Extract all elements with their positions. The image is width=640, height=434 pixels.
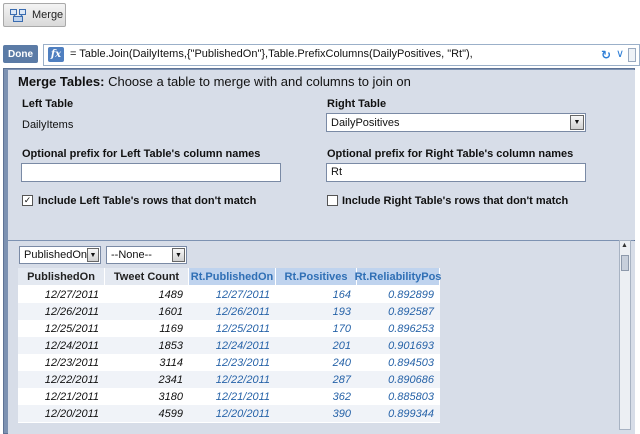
table-cell: 12/23/2011 bbox=[44, 356, 99, 369]
panel-title: Merge Tables: Choose a table to merge wi… bbox=[18, 74, 411, 89]
table-cell: 390 bbox=[332, 407, 351, 420]
table-row: 12/26/2011 1601 12/26/2011 193 0.892587 bbox=[18, 303, 440, 320]
table-cell: 12/21/2011 bbox=[215, 390, 270, 403]
join-column-select-value: PublishedOn bbox=[24, 249, 87, 261]
right-prefix-label: Optional prefix for Right Table's column… bbox=[327, 148, 574, 160]
join-column-select[interactable]: PublishedOn ▼ bbox=[19, 246, 101, 264]
right-include-label: Include Right Table's rows that don't ma… bbox=[342, 195, 569, 207]
table-cell: 1489 bbox=[158, 288, 183, 301]
column-header[interactable]: PublishedOn bbox=[18, 268, 105, 285]
table-cell: 12/26/2011 bbox=[215, 305, 270, 318]
table-cell: 12/24/2011 bbox=[215, 339, 270, 352]
table-cell: 287 bbox=[332, 373, 351, 386]
table-cell: 12/22/2011 bbox=[44, 373, 99, 386]
table-cell: 201 bbox=[332, 339, 351, 352]
right-prefix-input[interactable]: Rt bbox=[326, 163, 586, 182]
right-table-select-value: DailyPositives bbox=[331, 116, 400, 129]
formula-text[interactable]: = Table.Join(DailyItems,{"PublishedOn"},… bbox=[70, 48, 473, 60]
merge-button[interactable]: Merge bbox=[3, 3, 66, 27]
left-include-label: Include Left Table's rows that don't mat… bbox=[38, 195, 257, 207]
table-cell: 12/20/2011 bbox=[215, 407, 270, 420]
table-cell: 1169 bbox=[159, 322, 183, 335]
table-cell: 4599 bbox=[158, 407, 183, 420]
table-cell: 12/25/2011 bbox=[44, 322, 99, 335]
left-table-value: DailyItems bbox=[22, 119, 74, 131]
right-include-checkbox[interactable] bbox=[327, 195, 338, 206]
table-cell: 12/25/2011 bbox=[215, 322, 270, 335]
table-cell: 12/24/2011 bbox=[44, 339, 99, 352]
panel-title-rest: Choose a table to merge with and columns… bbox=[108, 74, 411, 89]
table-cell: 12/20/2011 bbox=[44, 407, 99, 420]
table-cell: 12/26/2011 bbox=[44, 305, 99, 318]
scroll-up-icon[interactable]: ▲ bbox=[621, 242, 628, 249]
refresh-icon[interactable]: ↻ bbox=[601, 48, 611, 62]
table-cell: 164 bbox=[332, 288, 351, 301]
dropdown-arrow-icon[interactable]: ▼ bbox=[570, 115, 584, 130]
right-table-label: Right Table bbox=[327, 98, 387, 110]
column-header[interactable]: Rt.Positives bbox=[276, 268, 357, 285]
dropdown-arrow-icon[interactable]: ▼ bbox=[87, 248, 99, 262]
merge-table-icon bbox=[10, 8, 26, 22]
dropdown-arrow-icon[interactable]: ▼ bbox=[172, 248, 185, 262]
table-cell: 1853 bbox=[158, 339, 183, 352]
table-row: 12/25/2011 1169 12/25/2011 170 0.896253 bbox=[18, 320, 440, 337]
column-header[interactable]: Rt.PublishedOn bbox=[189, 268, 276, 285]
vertical-scrollbar[interactable]: ▲ bbox=[619, 240, 631, 430]
chevron-down-icon[interactable]: ∨ bbox=[616, 47, 624, 60]
panel-title-bold: Merge Tables: bbox=[18, 74, 105, 89]
table-cell: 2341 bbox=[158, 373, 183, 386]
table-row: 12/27/2011 1489 12/27/2011 164 0.892899 bbox=[18, 286, 440, 303]
table-row: 12/23/2011 3114 12/23/2011 240 0.894503 bbox=[18, 354, 440, 371]
table-cell: 0.896253 bbox=[388, 322, 434, 335]
table-cell: 1601 bbox=[158, 305, 183, 318]
table-row: 12/22/2011 2341 12/22/2011 287 0.890686 bbox=[18, 371, 440, 388]
join-column-select-2-value: --None-- bbox=[111, 249, 152, 261]
table-cell: 0.901693 bbox=[388, 339, 434, 352]
left-prefix-label: Optional prefix for Left Table's column … bbox=[22, 148, 261, 160]
table-cell: 12/22/2011 bbox=[215, 373, 270, 386]
table-row: 12/24/2011 1853 12/24/2011 201 0.901693 bbox=[18, 337, 440, 354]
table-cell: 3180 bbox=[158, 390, 183, 403]
table-cell: 0.890686 bbox=[388, 373, 434, 386]
fx-icon[interactable]: fx bbox=[48, 47, 64, 62]
merge-button-label: Merge bbox=[32, 9, 64, 21]
table-cell: 0.892899 bbox=[388, 288, 434, 301]
table-cell: 0.892587 bbox=[388, 305, 434, 318]
column-header[interactable]: Tweet Count bbox=[105, 268, 189, 285]
left-table-label: Left Table bbox=[22, 98, 74, 110]
table-cell: 170 bbox=[332, 322, 351, 335]
column-header[interactable]: Rt.ReliabilityPos bbox=[355, 268, 441, 285]
table-cell: 12/27/2011 bbox=[215, 288, 270, 301]
table-cell: 193 bbox=[332, 305, 351, 318]
formula-scrollbar[interactable] bbox=[628, 48, 636, 62]
join-column-select-2[interactable]: --None-- ▼ bbox=[106, 246, 187, 264]
left-include-checkbox[interactable]: ✓ bbox=[22, 195, 33, 206]
table-cell: 0.899344 bbox=[388, 407, 434, 420]
scrollbar-thumb[interactable] bbox=[621, 255, 629, 271]
done-button[interactable]: Done bbox=[3, 45, 38, 63]
table-cell: 0.894503 bbox=[388, 356, 434, 369]
table-cell: 3114 bbox=[159, 356, 183, 369]
table-cell: 240 bbox=[332, 356, 351, 369]
table-row: 12/20/2011 4599 12/20/2011 390 0.899344 bbox=[18, 405, 440, 422]
table-row: 12/21/2011 3180 12/21/2011 362 0.885803 bbox=[18, 388, 440, 405]
table-cell: 12/21/2011 bbox=[44, 390, 99, 403]
right-table-select[interactable]: DailyPositives ▼ bbox=[326, 113, 586, 132]
table-cell: 12/23/2011 bbox=[215, 356, 270, 369]
table-cell: 362 bbox=[332, 390, 351, 403]
table-cell: 0.885803 bbox=[388, 390, 434, 403]
table-cell: 12/27/2011 bbox=[44, 288, 99, 301]
left-prefix-input[interactable] bbox=[21, 163, 281, 182]
